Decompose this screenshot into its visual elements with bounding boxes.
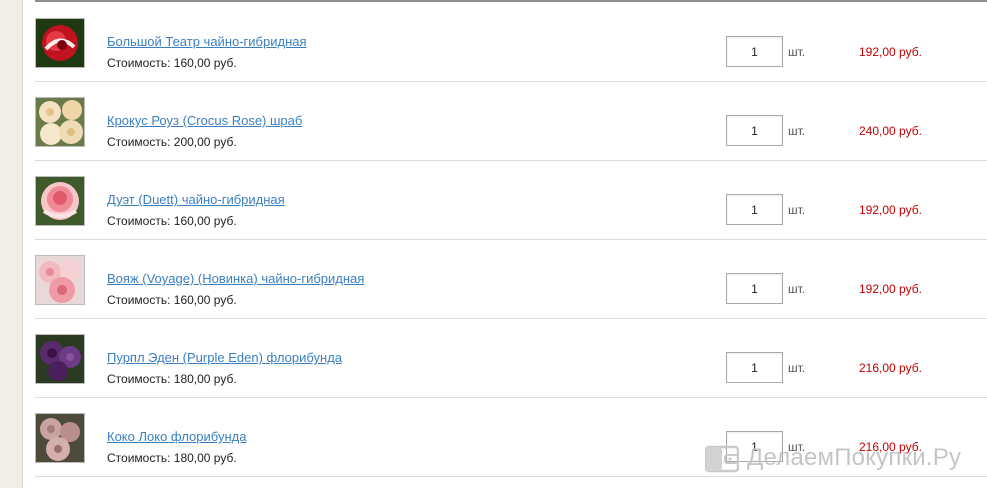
product-thumbnail[interactable] <box>35 413 85 463</box>
unit-label: шт. <box>788 282 806 296</box>
unit-label: шт. <box>788 45 806 59</box>
product-thumbnail[interactable] <box>35 18 85 68</box>
line-total-price: 240,00 руб. <box>859 124 922 138</box>
quantity-input[interactable] <box>726 194 783 225</box>
product-name-link[interactable]: Вояж (Voyage) (Новинка) чайно-гибридная <box>107 271 364 286</box>
cart-row: Крокус Роуз (Crocus Rose) шраб Стоимость… <box>35 81 987 161</box>
rose-pink-image <box>36 177 84 225</box>
product-cost: Стоимость: 180,00 руб. <box>107 372 237 386</box>
product-name-link[interactable]: Дуэт (Duett) чайно-гибридная <box>107 192 285 207</box>
product-name-link[interactable]: Крокус Роуз (Crocus Rose) шраб <box>107 113 302 128</box>
rose-light-pink-image <box>36 256 84 304</box>
product-name-link[interactable]: Большой Театр чайно-гибридная <box>107 34 307 49</box>
cart-page: Большой Театр чайно-гибридная Стоимость:… <box>22 0 987 488</box>
product-name-link[interactable]: Пурпл Эден (Purple Eden) флорибунда <box>107 350 342 365</box>
quantity-input[interactable] <box>726 273 783 304</box>
line-total-price: 192,00 руб. <box>859 203 922 217</box>
product-thumbnail[interactable] <box>35 176 85 226</box>
cart-row: Вояж (Voyage) (Новинка) чайно-гибридная … <box>35 239 987 319</box>
product-thumbnail[interactable] <box>35 255 85 305</box>
line-total-price: 192,00 руб. <box>859 45 922 59</box>
quantity-input[interactable] <box>726 431 783 462</box>
product-cost: Стоимость: 200,00 руб. <box>107 135 237 149</box>
rose-purple-image <box>36 335 84 383</box>
product-thumbnail[interactable] <box>35 334 85 384</box>
product-cost: Стоимость: 160,00 руб. <box>107 214 237 228</box>
rose-mauve-image <box>36 414 84 462</box>
product-cost: Стоимость: 180,00 руб. <box>107 451 237 465</box>
product-cost: Стоимость: 160,00 руб. <box>107 56 237 70</box>
unit-label: шт. <box>788 203 806 217</box>
unit-label: шт. <box>788 124 806 138</box>
line-total-price: 216,00 руб. <box>859 440 922 454</box>
quantity-input[interactable] <box>726 352 783 383</box>
page-edge-divider <box>22 0 23 488</box>
cart-row: Коко Локо флорибунда Стоимость: 180,00 р… <box>35 397 987 477</box>
product-cost: Стоимость: 160,00 руб. <box>107 293 237 307</box>
product-thumbnail[interactable] <box>35 97 85 147</box>
cart-row: Большой Театр чайно-гибридная Стоимость:… <box>35 2 987 82</box>
cart-row: Дуэт (Duett) чайно-гибридная Стоимость: … <box>35 160 987 240</box>
quantity-input[interactable] <box>726 115 783 146</box>
line-total-price: 216,00 руб. <box>859 361 922 375</box>
unit-label: шт. <box>788 440 806 454</box>
product-name-link[interactable]: Коко Локо флорибунда <box>107 429 246 444</box>
rose-red-white-image <box>36 19 84 67</box>
cart-row: Пурпл Эден (Purple Eden) флорибунда Стои… <box>35 318 987 398</box>
line-total-price: 192,00 руб. <box>859 282 922 296</box>
rose-cream-image <box>36 98 84 146</box>
unit-label: шт. <box>788 361 806 375</box>
quantity-input[interactable] <box>726 36 783 67</box>
